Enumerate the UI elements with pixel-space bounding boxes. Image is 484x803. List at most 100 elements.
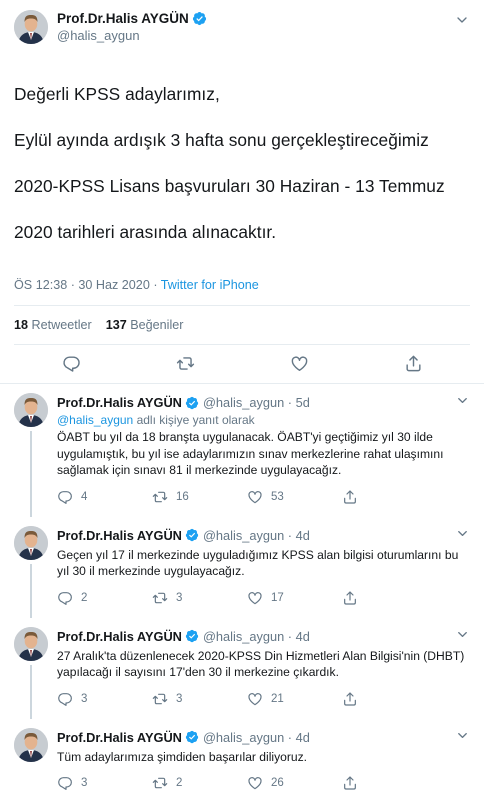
reply-text: 27 Aralık'ta düzenlenecek 2020-KPSS Din … xyxy=(57,648,470,681)
share-icon[interactable] xyxy=(404,354,423,373)
reply-body: Prof.Dr.Halis AYGÜN @halis_aygun · 4d Ge… xyxy=(57,526,470,618)
chevron-down-icon[interactable] xyxy=(455,728,470,747)
author-block: Prof.Dr.Halis AYGÜN @halis_aygun xyxy=(57,10,207,44)
retweet-icon[interactable] xyxy=(176,354,195,373)
author-handle-time[interactable]: @halis_aygun · 4d xyxy=(203,628,310,645)
like-button[interactable]: 21 xyxy=(247,691,342,707)
avatar[interactable] xyxy=(14,627,48,661)
avatar[interactable] xyxy=(14,728,48,762)
author-name[interactable]: Prof.Dr.Halis AYGÜN xyxy=(57,729,182,746)
reply-actions: 2 3 17 xyxy=(57,590,470,618)
chevron-down-icon[interactable] xyxy=(455,526,470,545)
avatar-column xyxy=(14,627,48,719)
avatar-column xyxy=(14,526,48,618)
like-button[interactable]: 53 xyxy=(247,489,342,505)
reply-header: Prof.Dr.Halis AYGÜN @halis_aygun · 4d xyxy=(57,526,470,545)
author-handle-time[interactable]: @halis_aygun · 4d xyxy=(203,527,310,544)
reply-tweet[interactable]: Prof.Dr.Halis AYGÜN @halis_aygun · 4d Tü… xyxy=(0,719,484,803)
reply-icon[interactable] xyxy=(62,354,81,373)
like-button[interactable]: 26 xyxy=(247,775,342,791)
like-count: 17 xyxy=(271,592,284,604)
likes-count: 137 xyxy=(106,318,127,332)
reply-header: Prof.Dr.Halis AYGÜN @halis_aygun · 5d xyxy=(57,393,470,412)
reply-count: 3 xyxy=(81,777,87,789)
chevron-down-icon[interactable] xyxy=(455,393,470,412)
reply-button[interactable]: 4 xyxy=(57,489,152,505)
thread-line xyxy=(30,431,32,517)
share-icon[interactable] xyxy=(342,590,437,606)
main-tweet: Prof.Dr.Halis AYGÜN @halis_aygun Değerli… xyxy=(0,0,484,383)
author-name[interactable]: Prof.Dr.Halis AYGÜN xyxy=(57,394,182,411)
reply-tweet[interactable]: Prof.Dr.Halis AYGÜN @halis_aygun · 4d 27… xyxy=(0,618,484,719)
reply-tweet[interactable]: Prof.Dr.Halis AYGÜN @halis_aygun · 5d @h… xyxy=(0,384,484,517)
avatar[interactable] xyxy=(14,10,48,44)
reply-count: 3 xyxy=(81,693,87,705)
reply-text: Tüm adaylarımıza şimdiden başarılar dili… xyxy=(57,749,470,766)
replying-to: @halis_aygun adlı kişiye yanıt olarak xyxy=(57,413,470,427)
retweet-button[interactable]: 16 xyxy=(152,489,247,505)
like-count: 21 xyxy=(271,693,284,705)
reply-body: Prof.Dr.Halis AYGÜN @halis_aygun · 5d @h… xyxy=(57,393,470,517)
author-handle[interactable]: @halis_aygun xyxy=(57,27,207,44)
thread-line xyxy=(30,665,32,719)
tweet-source-link[interactable]: Twitter for iPhone xyxy=(161,278,259,292)
avatar[interactable] xyxy=(14,393,48,427)
tweet-timestamp[interactable]: ÖS 12:38 · 30 Haz 2020 xyxy=(14,278,150,292)
retweet-button[interactable]: 3 xyxy=(152,590,247,606)
retweet-button[interactable]: 2 xyxy=(152,775,247,791)
reply-count: 4 xyxy=(81,491,87,503)
meta-separator: · xyxy=(150,278,161,292)
avatar[interactable] xyxy=(14,526,48,560)
tweet-text-line: 2020 tarihleri arasında alınacaktır. xyxy=(14,221,470,244)
reply-button[interactable]: 3 xyxy=(57,775,152,791)
verified-badge-icon xyxy=(185,730,199,744)
tweet-text-line: Eylül ayında ardışık 3 hafta sonu gerçek… xyxy=(14,129,470,152)
tweet-header: Prof.Dr.Halis AYGÜN @halis_aygun xyxy=(14,10,470,44)
thread-line xyxy=(30,564,32,618)
like-button[interactable]: 17 xyxy=(247,590,342,606)
chevron-down-icon[interactable] xyxy=(455,627,470,646)
tweet-text-line: 2020-KPSS Lisans başvuruları 30 Haziran … xyxy=(14,175,470,198)
mention-link[interactable]: @halis_aygun xyxy=(57,413,133,427)
reply-actions: 4 16 53 xyxy=(57,489,470,517)
tweet-text-line: Değerli KPSS adaylarımız, xyxy=(14,83,470,106)
reply-button[interactable]: 3 xyxy=(57,691,152,707)
author-name[interactable]: Prof.Dr.Halis AYGÜN xyxy=(57,527,182,544)
verified-badge-icon xyxy=(192,11,207,26)
share-icon[interactable] xyxy=(342,489,437,505)
chevron-down-icon[interactable] xyxy=(454,12,470,33)
reply-count: 2 xyxy=(81,592,87,604)
retweet-button[interactable]: 3 xyxy=(152,691,247,707)
reply-header: Prof.Dr.Halis AYGÜN @halis_aygun · 4d xyxy=(57,627,470,646)
author-handle-time[interactable]: @halis_aygun · 5d xyxy=(203,394,310,411)
share-icon[interactable] xyxy=(342,775,437,791)
reply-header: Prof.Dr.Halis AYGÜN @halis_aygun · 4d xyxy=(57,728,470,747)
tweet-stats: 18 Retweetler 137 Beğeniler xyxy=(14,306,470,344)
verified-badge-icon xyxy=(185,528,199,542)
likes-stat[interactable]: 137 Beğeniler xyxy=(106,318,184,332)
retweet-count: 2 xyxy=(176,777,182,789)
share-icon[interactable] xyxy=(342,691,437,707)
reply-text: ÖABT bu yıl da 18 branşta uygulanacak. Ö… xyxy=(57,429,470,479)
reply-actions: 3 2 26 xyxy=(57,775,470,803)
likes-label: Beğeniler xyxy=(130,318,183,332)
reply-body: Prof.Dr.Halis AYGÜN @halis_aygun · 4d 27… xyxy=(57,627,470,719)
tweet-actions xyxy=(14,345,470,383)
reply-tweet[interactable]: Prof.Dr.Halis AYGÜN @halis_aygun · 4d Ge… xyxy=(0,517,484,618)
heart-icon[interactable] xyxy=(290,354,309,373)
tweet-meta: ÖS 12:38 · 30 Haz 2020 · Twitter for iPh… xyxy=(14,278,470,292)
author-name[interactable]: Prof.Dr.Halis AYGÜN xyxy=(57,10,189,27)
author-name[interactable]: Prof.Dr.Halis AYGÜN xyxy=(57,628,182,645)
replying-to-label: adlı kişiye yanıt olarak xyxy=(133,413,254,427)
retweets-stat[interactable]: 18 Retweetler xyxy=(14,318,92,332)
like-count: 26 xyxy=(271,777,284,789)
reply-text: Geçen yıl 17 il merkezinde uyguladığımız… xyxy=(57,547,470,580)
tweet-text: Değerli KPSS adaylarımız, Eylül ayında a… xyxy=(14,60,470,267)
avatar-column xyxy=(14,393,48,517)
verified-badge-icon xyxy=(185,396,199,410)
retweet-count: 3 xyxy=(176,693,182,705)
author-handle-time[interactable]: @halis_aygun · 4d xyxy=(203,729,310,746)
retweets-count: 18 xyxy=(14,318,28,332)
reply-button[interactable]: 2 xyxy=(57,590,152,606)
like-count: 53 xyxy=(271,491,284,503)
